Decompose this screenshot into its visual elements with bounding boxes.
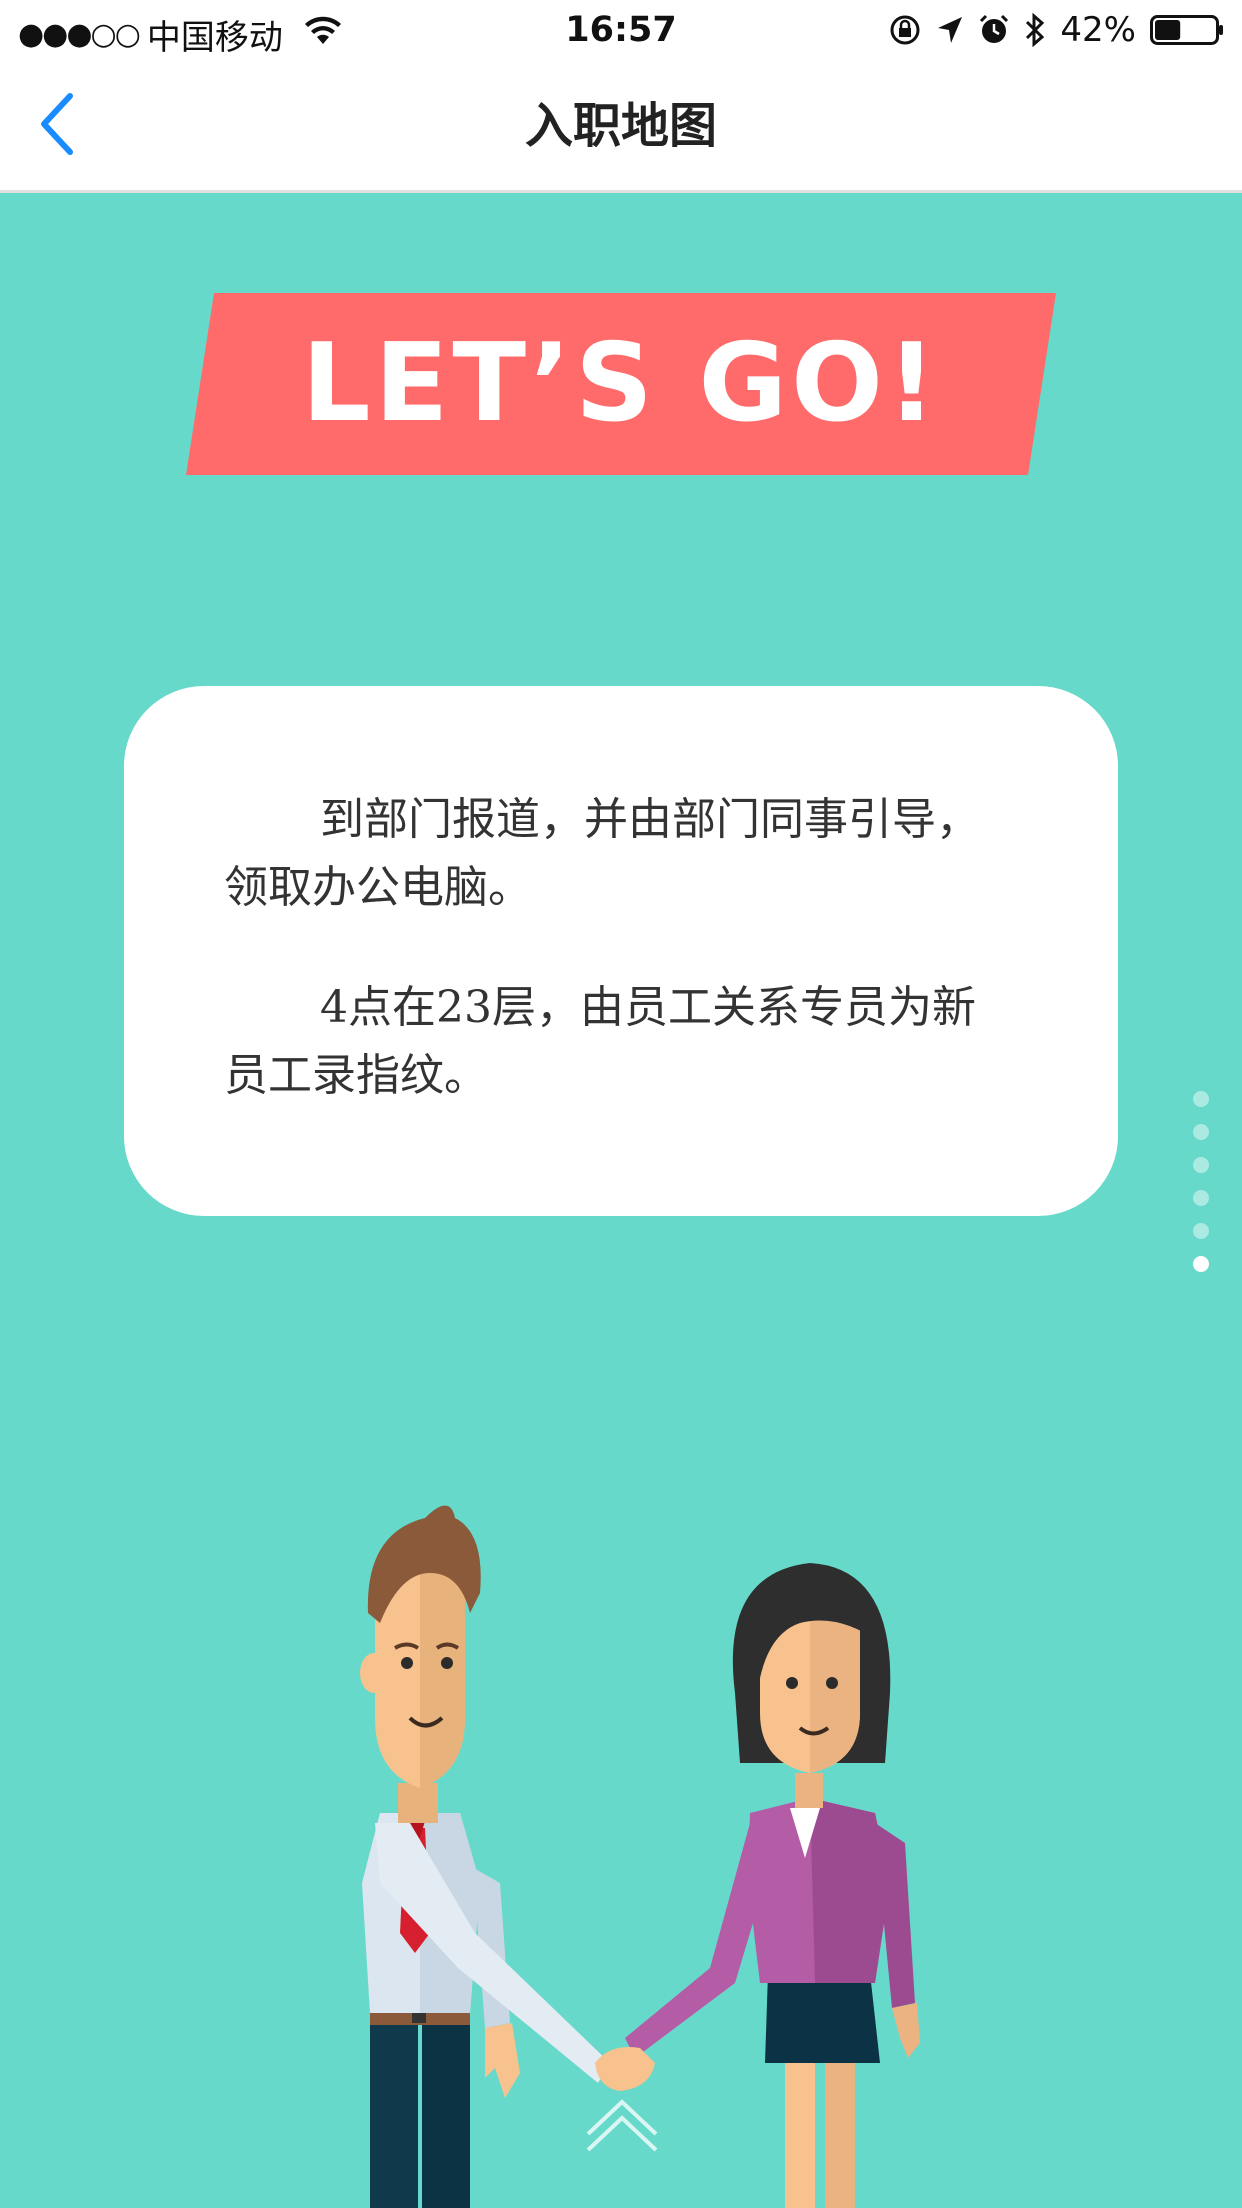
location-icon bbox=[936, 15, 964, 45]
banner-text: LET’S GO! bbox=[301, 321, 941, 446]
page-indicator bbox=[1193, 1091, 1213, 1289]
battery-percentage: 42% bbox=[1060, 10, 1136, 50]
nav-bar: 入职地图 bbox=[0, 62, 1242, 193]
orientation-lock-icon bbox=[888, 13, 922, 47]
page-dot[interactable] bbox=[1193, 1124, 1209, 1140]
swipe-up-button[interactable] bbox=[582, 2088, 662, 2158]
alarm-icon bbox=[978, 14, 1010, 46]
page-title: 入职地图 bbox=[524, 98, 717, 154]
page-dot-active[interactable] bbox=[1193, 1256, 1209, 1272]
page-dot[interactable] bbox=[1193, 1157, 1209, 1173]
page-dot[interactable] bbox=[1193, 1223, 1209, 1239]
onboarding-page[interactable]: LET’S GO! 到部门报道，并由部门同事引导，领取办公电脑。 4点在23层，… bbox=[0, 193, 1242, 2208]
page-dot[interactable] bbox=[1193, 1190, 1209, 1206]
bluetooth-icon bbox=[1024, 13, 1046, 47]
message-paragraph-1: 到部门报道，并由部门同事引导，领取办公电脑。 bbox=[224, 794, 980, 913]
status-bar: ●●●○○ 中国移动 16:57 42% bbox=[0, 0, 1242, 62]
page-dot[interactable] bbox=[1193, 1091, 1209, 1107]
battery-icon bbox=[1150, 15, 1224, 45]
status-right: 42% bbox=[888, 10, 1224, 50]
chevron-up-icon bbox=[582, 2099, 662, 2162]
message-paragraph-2: 4点在23层，由员工关系专员为新员工录指纹。 bbox=[224, 982, 976, 1101]
lets-go-banner: LET’S GO! bbox=[186, 293, 1056, 475]
message-card: 到部门报道，并由部门同事引导，领取办公电脑。 4点在23层，由员工关系专员为新员… bbox=[124, 686, 1118, 1216]
